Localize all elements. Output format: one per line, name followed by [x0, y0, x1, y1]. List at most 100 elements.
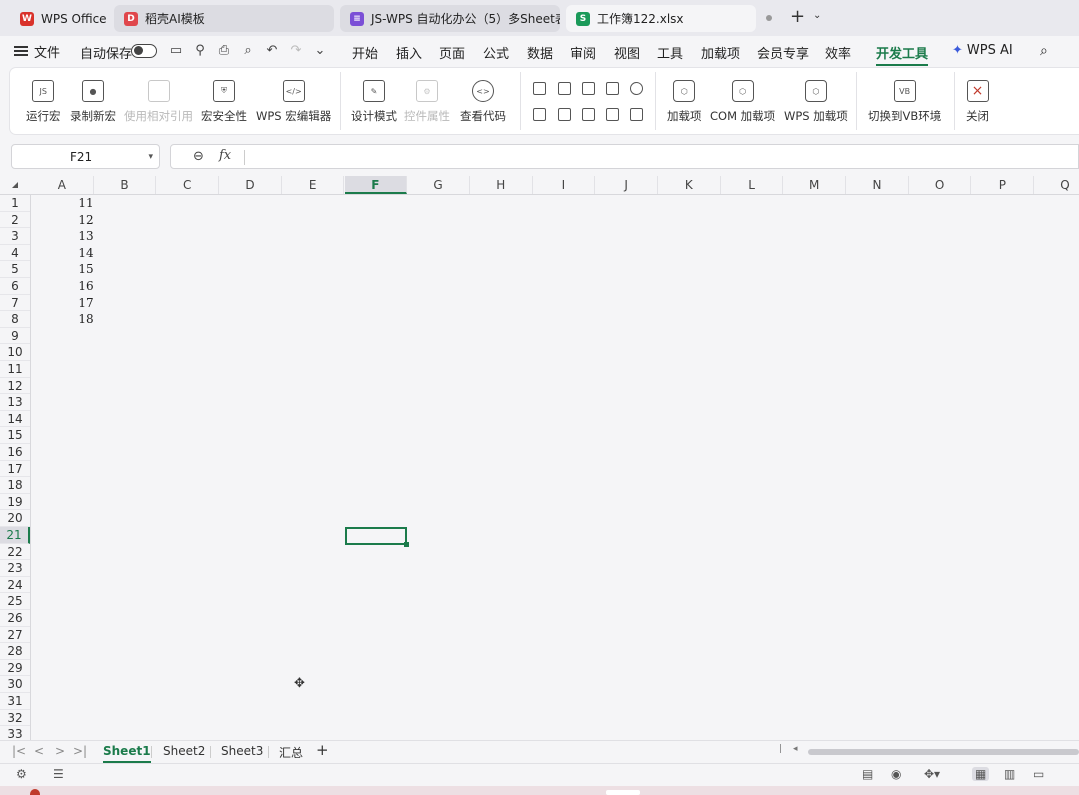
column-header-g[interactable]: G	[407, 176, 470, 194]
image-control-icon[interactable]	[533, 108, 546, 121]
column-header-a[interactable]: A	[31, 176, 94, 194]
sheet-list-icon[interactable]: ☰	[53, 767, 64, 781]
menu-developer[interactable]: 开发工具	[876, 43, 929, 66]
sheet-tab-sheet1[interactable]: Sheet1	[103, 744, 151, 763]
column-header-e[interactable]: E	[282, 176, 345, 194]
row-header-28[interactable]: 28	[0, 643, 30, 660]
cell-a5[interactable]: 15	[31, 262, 93, 276]
column-header-m[interactable]: M	[783, 176, 847, 194]
menu-formula[interactable]: 公式	[483, 43, 509, 62]
row-header-27[interactable]: 27	[0, 627, 30, 644]
column-header-k[interactable]: K	[658, 176, 721, 194]
view-code-button[interactable]: <> 查看代码	[460, 80, 506, 124]
menu-data[interactable]: 数据	[527, 43, 553, 62]
eye-protect-icon[interactable]: ◉	[891, 767, 901, 781]
row-header-16[interactable]: 16	[0, 444, 30, 461]
page-layout-view-icon[interactable]: ▭	[1033, 767, 1044, 781]
row-header-25[interactable]: 25	[0, 593, 30, 610]
cell-a6[interactable]: 16	[31, 279, 93, 293]
redo-icon[interactable]: ↷	[289, 44, 303, 58]
column-header-d[interactable]: D	[219, 176, 282, 194]
zoom-lookup-icon[interactable]: ⊖	[193, 149, 204, 164]
row-header-31[interactable]: 31	[0, 693, 30, 710]
menu-wps-ai[interactable]: ✦ WPS AI	[952, 43, 1013, 58]
undo-icon[interactable]: ↶	[265, 44, 279, 58]
row-header-4[interactable]: 4	[0, 245, 30, 262]
next-sheet-icon[interactable]: >	[55, 744, 65, 758]
row-header-22[interactable]: 22	[0, 544, 30, 561]
row-header-24[interactable]: 24	[0, 577, 30, 594]
macro-record-status-icon[interactable]: ⚙	[16, 767, 27, 781]
menu-view[interactable]: 视图	[614, 43, 640, 62]
column-header-n[interactable]: N	[846, 176, 909, 194]
prev-sheet-icon[interactable]: <	[34, 744, 44, 758]
row-header-3[interactable]: 3	[0, 228, 30, 245]
menu-efficiency[interactable]: 效率	[825, 43, 851, 62]
page-break-view-icon[interactable]: ▥	[1004, 767, 1015, 781]
tab-js-doc[interactable]: ≡ JS-WPS 自动化办公（5）多Sheet表	[340, 5, 560, 32]
cell-a4[interactable]: 14	[31, 246, 93, 260]
row-header-26[interactable]: 26	[0, 610, 30, 627]
cell-a7[interactable]: 17	[31, 296, 93, 310]
row-header-6[interactable]: 6	[0, 278, 30, 295]
horizontal-scrollbar[interactable]	[808, 749, 1079, 755]
cell-a2[interactable]: 12	[31, 213, 93, 227]
file-menu[interactable]: 文件	[14, 36, 60, 66]
scrollbar-control-icon[interactable]	[630, 108, 643, 121]
macro-editor-button[interactable]: </> WPS 宏编辑器	[256, 80, 331, 124]
column-header-j[interactable]: J	[595, 176, 658, 194]
run-macro-button[interactable]: JS 运行宏	[26, 80, 61, 124]
wps-addins-button[interactable]: ⬡ WPS 加载项	[784, 80, 848, 124]
share-icon[interactable]: ⚲	[193, 44, 207, 58]
column-header-c[interactable]: C	[156, 176, 220, 194]
row-header-5[interactable]: 5	[0, 261, 30, 278]
tab-workbook[interactable]: S 工作簿122.xlsx	[566, 5, 756, 32]
row-header-7[interactable]: 7	[0, 295, 30, 312]
listbox-control-icon[interactable]	[582, 82, 595, 95]
row-header-8[interactable]: 8	[0, 311, 30, 328]
name-box[interactable]: F21 ▾	[11, 144, 160, 169]
formula-input[interactable]: ⊖ fx	[170, 144, 1079, 169]
column-header-b[interactable]: B	[94, 176, 157, 194]
row-header-2[interactable]: 2	[0, 212, 30, 229]
first-sheet-icon[interactable]: |<	[12, 744, 26, 758]
design-mode-button[interactable]: ✎ 设计模式	[351, 80, 397, 124]
tab-wps-office[interactable]: W WPS Office	[10, 5, 106, 32]
autosave-toggle[interactable]	[131, 44, 157, 58]
more-chevron-icon[interactable]: ⌄	[313, 44, 327, 58]
menu-member[interactable]: 会员专享	[757, 43, 809, 62]
switch-vb-button[interactable]: VB 切换到VB环境	[868, 80, 941, 124]
checkbox-control-icon[interactable]	[558, 82, 571, 95]
addins-button[interactable]: ⬡ 加载项	[667, 80, 702, 124]
spreadsheet-grid[interactable]: ABCDEFGHIJKLMNOPQ 1 2 3 4 5 6 7 8 9 10 11 12 13 14 15 1…	[0, 176, 1079, 740]
textbox-control-icon[interactable]	[558, 108, 571, 121]
spin-button-control-icon[interactable]	[606, 108, 619, 121]
row-header-11[interactable]: 11	[0, 361, 30, 378]
com-addins-button[interactable]: ⬡ COM 加载项	[710, 80, 775, 124]
menu-addins[interactable]: 加载项	[701, 43, 740, 62]
cell-a8[interactable]: 18	[31, 312, 93, 326]
combobox-control-icon[interactable]	[582, 108, 595, 121]
frame-control-icon[interactable]	[606, 82, 619, 95]
add-sheet-icon[interactable]: +	[316, 741, 329, 759]
row-header-13[interactable]: 13	[0, 394, 30, 411]
tab-docer-templates[interactable]: D 稻壳AI模板	[114, 5, 334, 32]
row-header-9[interactable]: 9	[0, 328, 30, 345]
table-style-icon[interactable]: ▤	[862, 767, 873, 781]
row-header-19[interactable]: 19	[0, 494, 30, 511]
sheet-tab-summary[interactable]: 汇总	[279, 744, 303, 761]
column-header-f[interactable]: F	[344, 176, 408, 194]
menu-home[interactable]: 开始	[352, 43, 378, 62]
chevron-down-icon[interactable]: ⌄	[813, 10, 821, 21]
menu-insert[interactable]: 插入	[396, 43, 422, 62]
cell-a3[interactable]: 13	[31, 229, 93, 243]
control-properties-button[interactable]: ⚙ 控件属性	[404, 80, 450, 124]
column-header-h[interactable]: H	[470, 176, 533, 194]
sheet-tab-sheet3[interactable]: Sheet3	[221, 744, 263, 758]
chevron-down-icon[interactable]: ▾	[148, 152, 153, 162]
relative-reference-button[interactable]: 使用相对引用	[124, 80, 193, 124]
row-header-1[interactable]: 1	[0, 195, 30, 212]
last-sheet-icon[interactable]: >|	[73, 744, 87, 758]
print-preview-icon[interactable]: ⌕	[241, 44, 255, 58]
row-header-17[interactable]: 17	[0, 461, 30, 478]
